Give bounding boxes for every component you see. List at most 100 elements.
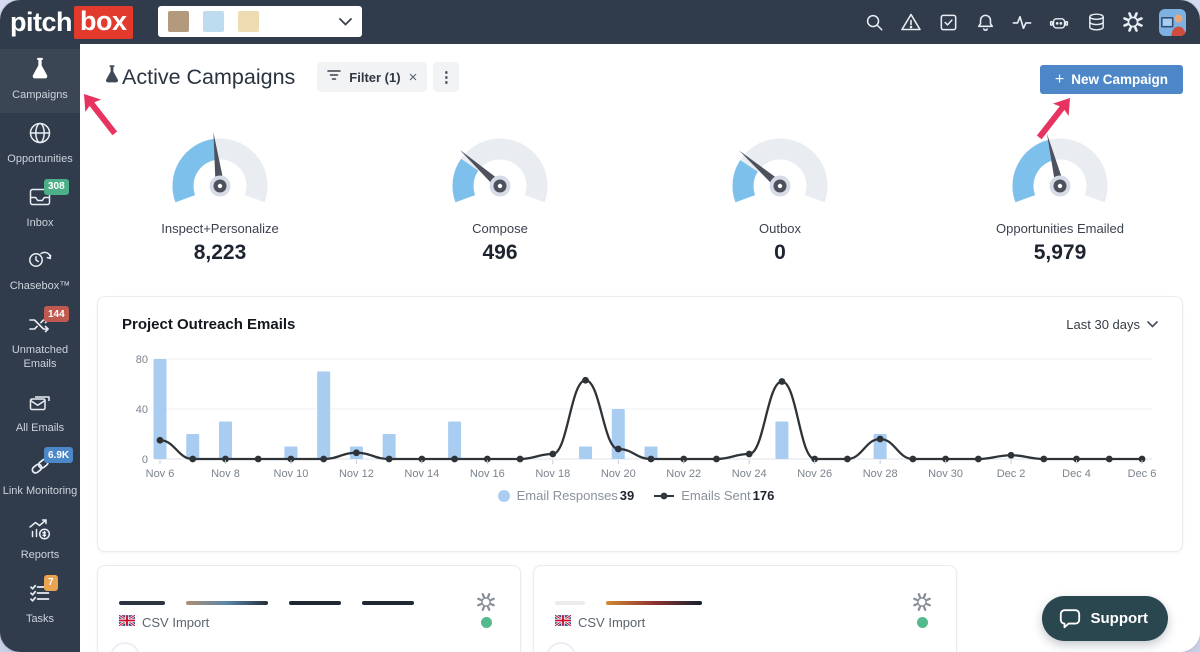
- sidebar-item-unmatched-emails[interactable]: 144 Unmatched Emails: [0, 304, 80, 382]
- topbar-icons: [863, 9, 1186, 36]
- filter-close-icon[interactable]: ×: [409, 70, 418, 85]
- legend-emails-sent[interactable]: Emails Sent 176: [654, 488, 782, 503]
- app-window: pitch box: [0, 0, 1200, 652]
- svg-text:Nov 20: Nov 20: [601, 468, 636, 480]
- gauge-outbox: Outbox 0: [640, 128, 920, 265]
- gauge-value: 8,223: [194, 241, 247, 265]
- sidebar-item-tasks[interactable]: 7 Tasks: [0, 573, 80, 637]
- svg-text:Nov 16: Nov 16: [470, 468, 505, 480]
- more-options-icon[interactable]: ⋮: [433, 62, 459, 92]
- sidebar-item-opportunities[interactable]: Opportunities: [0, 113, 80, 177]
- chat-bubble-icon: [1058, 607, 1082, 630]
- workspace-selector[interactable]: [158, 6, 362, 37]
- legend-value: 39: [620, 488, 634, 503]
- import-type-label: CSV Import: [578, 615, 645, 630]
- main-content: Active Campaigns Filter (1) × ⋮ + New Ca…: [80, 44, 1200, 652]
- svg-text:Nov 26: Nov 26: [797, 468, 832, 480]
- legend-value: 176: [753, 488, 775, 503]
- sidebar-item-label: Link Monitoring: [3, 485, 78, 499]
- svg-text:Nov 14: Nov 14: [404, 468, 439, 480]
- legend-circle-marker: [498, 490, 510, 502]
- sidebar-item-inbox[interactable]: 308 Inbox: [0, 177, 80, 241]
- workspace-swatches: [168, 11, 259, 32]
- gauge-value: 496: [482, 241, 517, 265]
- legend-label: Emails Sent: [681, 488, 750, 503]
- chevron-down-icon: [339, 13, 352, 31]
- svg-text:Nov 28: Nov 28: [863, 468, 898, 480]
- legend-email-responses[interactable]: Email Responses 39: [498, 488, 643, 503]
- bell-icon[interactable]: [974, 11, 996, 33]
- sidebar-item-label: All Emails: [16, 422, 64, 436]
- campaign-card[interactable]: CSV Import: [533, 565, 957, 652]
- sidebar-item-label: Opportunities: [7, 153, 72, 167]
- gauge-compose: Compose 496: [360, 128, 640, 265]
- chevron-down-icon: [1147, 321, 1158, 328]
- activity-icon[interactable]: [1011, 11, 1033, 33]
- gauge-opportunities-emailed: Opportunities Emailed 5,979: [920, 128, 1200, 265]
- svg-text:80: 80: [136, 354, 148, 366]
- filter-icon: [327, 68, 341, 86]
- svg-text:Dec 6: Dec 6: [1128, 468, 1157, 480]
- filter-label: Filter (1): [349, 70, 400, 85]
- globe-icon: [27, 120, 53, 151]
- plus-icon: +: [1055, 71, 1064, 89]
- avatar[interactable]: [1159, 9, 1186, 36]
- logo-pitch: pitch: [10, 9, 72, 36]
- gauge-label: Inspect+Personalize: [161, 221, 278, 236]
- date-range-selector[interactable]: Last 30 days: [1066, 317, 1158, 332]
- sidebar: Campaigns Opportunities 308 Inbox Chaseb…: [0, 44, 80, 652]
- svg-text:Nov 30: Nov 30: [928, 468, 963, 480]
- support-label: Support: [1091, 610, 1149, 627]
- outreach-chart: 04080Nov 6Nov 8Nov 10Nov 12Nov 14Nov 16N…: [122, 347, 1160, 481]
- support-button[interactable]: Support: [1042, 596, 1169, 641]
- legend-line-dot-marker: [654, 491, 674, 501]
- campaign-card[interactable]: CSV Import: [97, 565, 521, 652]
- uk-flag-icon: [119, 613, 135, 631]
- database-icon[interactable]: [1085, 11, 1107, 33]
- campaign-progress-circle: [110, 642, 140, 652]
- sidebar-item-label: Campaigns: [12, 89, 68, 103]
- workspace-swatch: [203, 11, 224, 32]
- inbox-badge: 308: [44, 179, 69, 195]
- campaign-progress-circle: [546, 642, 576, 652]
- legend-label: Email Responses: [517, 488, 618, 503]
- gauge-label: Compose: [472, 221, 528, 236]
- page-title: Active Campaigns: [122, 65, 295, 90]
- new-campaign-label: New Campaign: [1071, 72, 1168, 87]
- sidebar-item-all-emails[interactable]: All Emails: [0, 382, 80, 446]
- topbar: pitch box: [0, 0, 1200, 44]
- campaign-name-redacted: [555, 601, 702, 605]
- workspace-swatch: [238, 11, 259, 32]
- campaign-settings-gear-icon[interactable]: [476, 592, 496, 617]
- reports-icon: [26, 516, 54, 547]
- flask-icon: [28, 56, 52, 87]
- sidebar-item-label: Chasebox™: [10, 280, 71, 294]
- svg-text:Nov 24: Nov 24: [732, 468, 767, 480]
- emails-icon: [27, 390, 53, 419]
- campaign-settings-gear-icon[interactable]: [912, 592, 932, 617]
- gauge-label: Opportunities Emailed: [996, 221, 1124, 236]
- gauge-value: 5,979: [1034, 241, 1087, 265]
- svg-text:Nov 10: Nov 10: [274, 468, 309, 480]
- gauge-label: Outbox: [759, 221, 801, 236]
- gauge-inspect-personalize: Inspect+Personalize 8,223: [80, 128, 360, 265]
- tasks-badge: 7: [44, 575, 58, 591]
- link-monitoring-badge: 6.9K: [44, 447, 73, 463]
- new-campaign-button[interactable]: + New Campaign: [1040, 65, 1183, 94]
- robot-icon[interactable]: [1048, 11, 1070, 33]
- workspace-swatch: [168, 11, 189, 32]
- clock-arrow-icon: [26, 247, 54, 278]
- sidebar-item-link-monitoring[interactable]: 6.9K Link Monitoring: [0, 445, 80, 509]
- date-range-label: Last 30 days: [1066, 317, 1140, 332]
- sidebar-item-campaigns[interactable]: Campaigns: [0, 49, 80, 113]
- campaign-name-redacted: [119, 601, 414, 605]
- gear-icon[interactable]: [1122, 11, 1144, 33]
- sidebar-item-reports[interactable]: Reports: [0, 509, 80, 573]
- sidebar-item-label: Unmatched Emails: [2, 344, 78, 372]
- svg-text:Nov 6: Nov 6: [146, 468, 175, 480]
- search-icon[interactable]: [863, 11, 885, 33]
- sidebar-item-chasebox[interactable]: Chasebox™: [0, 240, 80, 304]
- check-square-icon[interactable]: [937, 11, 959, 33]
- filter-chip[interactable]: Filter (1) ×: [317, 62, 427, 92]
- alert-triangle-icon[interactable]: [900, 11, 922, 33]
